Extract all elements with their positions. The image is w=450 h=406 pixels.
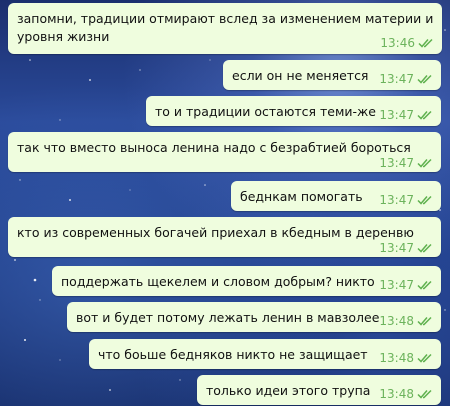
double-check-icon: [417, 74, 433, 84]
message-text: запомни, традиции отмирают вслед за изме…: [17, 10, 433, 46]
message-bubble[interactable]: только идеи этого трупа 13:48: [197, 375, 441, 405]
message-bubble[interactable]: то и традиции остаются теми-же 13:47: [146, 96, 441, 126]
chat-message-list[interactable]: запомни, традиции отмирают вслед за изме…: [0, 0, 450, 406]
message-meta: 13:47: [379, 278, 433, 292]
double-check-icon: [417, 280, 433, 290]
message-text: поддержать щекелем и словом добрым? никт…: [61, 273, 375, 291]
message-bubble[interactable]: если он не меняется 13:47: [223, 60, 441, 90]
message-meta: 13:47: [379, 108, 433, 122]
message-time: 13:47: [379, 156, 414, 170]
message-text: если он не меняется: [232, 67, 368, 85]
double-check-icon: [417, 243, 433, 253]
message-line: то и традиции остаются теми-же: [155, 104, 376, 119]
message-meta: 13:48: [379, 351, 433, 365]
message-line: только идеи этого трупа: [206, 383, 371, 398]
message-text: кто из современных богачей приехал в кбе…: [17, 224, 414, 242]
message-line: вот и будет потому лежать ленин в мавзол…: [76, 310, 380, 325]
message-line: так что вместо выноса ленина надо с безр…: [17, 140, 411, 155]
message-meta: 13:48: [379, 314, 433, 328]
message-line: что боьше бедняков никто не защищает: [98, 347, 368, 362]
message-line: уровня жизни: [17, 29, 110, 44]
message-meta: 13:47: [379, 241, 433, 255]
message-line: если он не меняется: [232, 68, 369, 83]
message-time: 13:48: [379, 387, 414, 401]
double-check-icon: [417, 389, 433, 399]
message-bubble[interactable]: кто из современных богачей приехал в кбе…: [8, 217, 441, 257]
message-bubble[interactable]: поддержать щекелем и словом добрым? никт…: [52, 266, 441, 296]
message-meta: 13:46: [380, 36, 434, 50]
message-bubble[interactable]: запомни, традиции отмирают вслед за изме…: [8, 3, 442, 54]
message-meta: 13:47: [379, 156, 433, 170]
message-time: 13:47: [379, 72, 414, 86]
message-text: только идеи этого трупа: [206, 382, 370, 400]
message-time: 13:48: [379, 314, 414, 328]
message-bubble[interactable]: беднкам помогать 13:47: [231, 181, 441, 211]
message-meta: 13:48: [379, 387, 433, 401]
message-text: то и традиции остаются теми-же: [155, 103, 376, 121]
message-text: так что вместо выноса ленина надо с безр…: [17, 139, 411, 157]
double-check-icon: [417, 195, 433, 205]
message-text: вот и будет потому лежать ленин в мавзол…: [76, 309, 379, 327]
message-bubble[interactable]: вот и будет потому лежать ленин в мавзол…: [67, 302, 441, 332]
message-text: беднкам помогать: [240, 188, 363, 206]
message-text: что боьше бедняков никто не защищает: [98, 346, 368, 364]
message-time: 13:47: [379, 108, 414, 122]
message-line: запомни, традиции отмирают вслед за изме…: [17, 11, 434, 26]
message-line: поддержать щекелем и словом добрым? никт…: [61, 274, 375, 289]
message-bubble[interactable]: так что вместо выноса ленина надо с безр…: [8, 132, 441, 172]
message-meta: 13:47: [379, 193, 433, 207]
double-check-icon: [417, 353, 433, 363]
double-check-icon: [417, 316, 433, 326]
message-time: 13:47: [379, 278, 414, 292]
message-time: 13:48: [379, 351, 414, 365]
message-line: беднкам помогать: [240, 189, 363, 204]
message-meta: 13:47: [379, 72, 433, 86]
double-check-icon: [417, 158, 433, 168]
double-check-icon: [418, 38, 434, 48]
message-time: 13:47: [379, 241, 414, 255]
message-bubble[interactable]: что боьше бедняков никто не защищает 13:…: [89, 339, 441, 369]
double-check-icon: [417, 110, 433, 120]
message-time: 13:47: [379, 193, 414, 207]
message-time: 13:46: [380, 36, 415, 50]
message-line: кто из современных богачей приехал в кбе…: [17, 225, 414, 240]
